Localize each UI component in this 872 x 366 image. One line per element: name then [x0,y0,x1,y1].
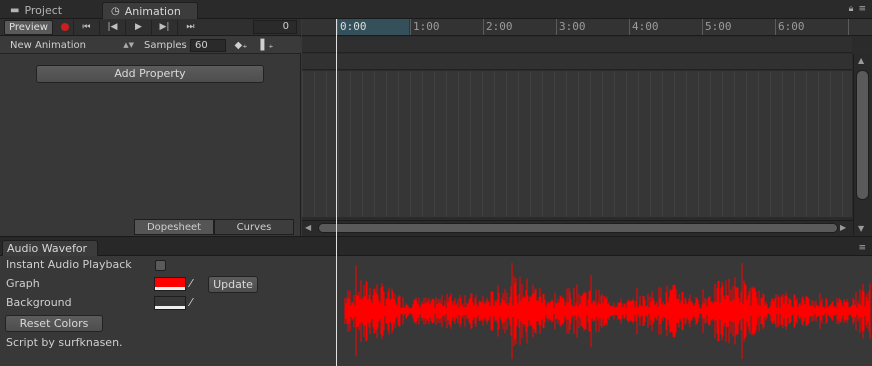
lock-icon[interactable]: 🔒︎ [849,4,854,14]
ruler-label: 0:00 [340,20,367,33]
tab-project-label: Project [24,4,63,17]
clip-dropdown[interactable]: New Animation ▲▼ [0,38,136,53]
tab-audio-waveform[interactable]: Audio Wavefor [2,240,98,257]
clock-icon: ◷ [111,5,120,17]
instant-playback-checkbox[interactable] [155,260,166,271]
waveform-path [344,263,871,359]
next-icon: ▶| [159,22,170,32]
update-button[interactable]: Update [208,276,258,293]
ruler-label: 5:00 [705,20,732,33]
scroll-up-icon[interactable]: ▲ [858,56,864,65]
swatch-alpha-bar [155,306,185,309]
instant-playback-label: Instant Audio Playback [6,258,132,271]
skip-to-end-icon: ⏭ [186,22,195,32]
background-color-swatch[interactable] [154,296,186,310]
tab-dopesheet[interactable]: Dopesheet [134,219,214,235]
samples-label: Samples [144,39,187,51]
ruler-tick [556,19,557,35]
ruler-tick [702,19,703,35]
frame-field[interactable]: 0 [253,20,297,34]
vertical-scrollbar[interactable]: ▲ ▼ [853,54,871,235]
clip-toolbar: New Animation ▲▼ Samples 60 ◆₊ ▌₊ [0,37,301,54]
tab-animation[interactable]: ◷ Animation [102,2,198,19]
swatch-alpha-bar [155,287,185,290]
play-icon: ▶ [134,22,142,32]
ruler-tick [483,19,484,35]
ruler-tick [848,19,849,35]
ruler-label: 6:00 [778,20,805,33]
background-label: Background [6,296,72,309]
add-event-button[interactable]: ▌₊ [256,38,278,53]
dopesheet-grid[interactable] [302,71,852,217]
reset-colors-button[interactable]: Reset Colors [5,315,103,332]
scroll-right-icon[interactable]: ▶ [840,223,846,232]
next-keyframe-button[interactable]: ▶| [150,19,177,35]
horizontal-scroll-thumb[interactable] [318,223,838,233]
credit-text: Script by surfknasen. [6,336,123,349]
scroll-left-icon[interactable]: ◀ [305,223,311,232]
window-tab-strip: ▬ Project ◷ Animation 🔒︎ ≡ [0,0,872,19]
scroll-down-icon[interactable]: ▼ [858,224,864,233]
waveform-view [337,256,872,366]
audio-waveform-panel: Instant Audio Playback Graph ⁄ Update Ba… [0,256,872,366]
eyedropper-icon[interactable]: ⁄ [190,277,192,290]
folder-icon: ▬ [10,5,20,16]
tab-curves[interactable]: Curves [214,219,294,235]
time-ruler[interactable]: 0:00 1:00 2:00 3:00 4:00 5:00 6:00 [302,19,872,36]
first-keyframe-button[interactable]: ⏮ [72,19,99,35]
tab-project[interactable]: ▬ Project [2,2,98,19]
graph-label: Graph [6,277,40,290]
ruler-tick [337,19,338,35]
play-button[interactable]: ▶ [124,19,151,35]
preview-button[interactable]: Preview [4,19,53,35]
menu-icon[interactable]: ≡ [858,243,866,253]
add-keyframe-icon: ◆₊ [234,39,248,51]
event-row[interactable] [302,37,852,53]
eyedropper-icon[interactable]: ⁄ [190,296,192,309]
skip-to-start-icon: ⏮ [82,22,91,32]
playback-toolbar: Preview ⏮ |◀ ▶ ▶| ⏭ 0 [0,19,301,36]
ruler-label: 2:00 [486,20,513,33]
record-button[interactable] [57,20,73,35]
record-icon [60,23,69,31]
menu-icon[interactable]: ≡ [858,4,866,14]
view-tabs-spacer [0,217,134,236]
clip-name: New Animation [10,39,86,51]
audio-tab-strip: Audio Wavefor ≡ [0,236,872,257]
horizontal-scrollbar[interactable]: ◀ ▶ [302,220,853,235]
previous-keyframe-button[interactable]: |◀ [98,19,125,35]
ruler-label: 1:00 [413,20,440,33]
ruler-tick [629,19,630,35]
previous-icon: |◀ [107,22,118,32]
timeline-panel: 0:00 1:00 2:00 3:00 4:00 5:00 6:00 ▲ ▼ ◀… [302,19,872,236]
dropdown-arrows-icon: ▲▼ [123,40,134,49]
add-keyframe-button[interactable]: ◆₊ [230,38,252,53]
vertical-scroll-thumb[interactable] [856,70,869,200]
window-menu: 🔒︎ ≡ [849,4,866,14]
playhead-line[interactable] [336,19,337,366]
summary-row[interactable] [302,54,852,70]
audio-waveform [344,263,871,359]
graph-color-swatch[interactable] [154,277,186,291]
ruler-tick [775,19,776,35]
last-keyframe-button[interactable]: ⏭ [176,19,203,35]
view-tabs: Dopesheet Curves [0,217,301,236]
animation-properties-panel: Preview ⏮ |◀ ▶ ▶| ⏭ 0 New Animation ▲▼ S… [0,19,301,236]
add-property-button[interactable]: Add Property [36,65,264,83]
ruler-label: 4:00 [632,20,659,33]
samples-field[interactable]: 60 [190,38,226,52]
add-event-icon: ▌₊ [260,39,274,51]
ruler-label: 3:00 [559,20,586,33]
tab-animation-label: Animation [124,4,181,18]
ruler-tick [410,19,411,35]
